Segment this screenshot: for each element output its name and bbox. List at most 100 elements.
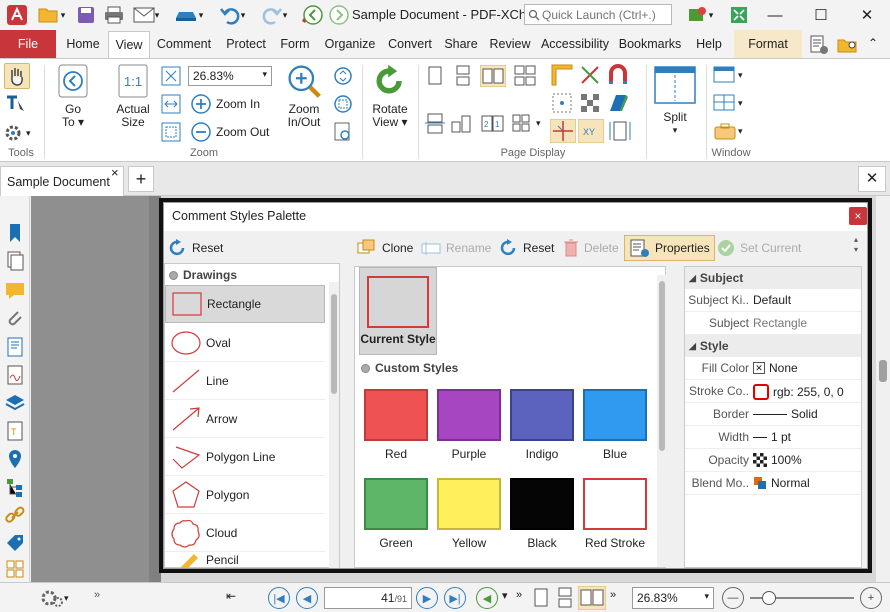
tags-icon[interactable]: T (4, 420, 26, 442)
fit-visible-icon[interactable] (160, 121, 184, 143)
transparency-grid-icon[interactable] (578, 91, 602, 115)
marquee-zoom-icon[interactable] (332, 121, 356, 143)
destinations-icon[interactable] (4, 448, 26, 470)
save-icon[interactable] (74, 3, 98, 27)
continuous-view-icon[interactable] (554, 587, 576, 609)
status-expand-icon-2[interactable]: » (516, 589, 522, 601)
status-options-button[interactable]: ▾ (40, 586, 86, 610)
workspace-button[interactable]: ▾ (712, 119, 756, 143)
left-reset-button[interactable]: Reset (168, 237, 223, 259)
tab-comment[interactable]: Comment (152, 30, 216, 58)
select-text-tool-button[interactable] (4, 93, 30, 117)
style-grid-scrollbar-thumb[interactable] (659, 281, 665, 451)
cover-page-icon[interactable] (450, 112, 476, 134)
clone-button[interactable]: Clone (356, 237, 413, 259)
signatures-icon[interactable] (4, 364, 26, 386)
rename-button[interactable]: Rename (420, 237, 491, 259)
fit-page-icon[interactable] (160, 65, 184, 87)
zoom-out-button[interactable]: Zoom Out (190, 121, 269, 143)
status-zoom-out-button[interactable]: — (722, 587, 744, 609)
facing-view-icon[interactable] (578, 586, 606, 610)
dialog-close-button[interactable]: × (849, 207, 867, 225)
shape-oval[interactable]: Oval (165, 324, 325, 362)
status-zoom-combo[interactable]: 26.83% ▾ (632, 587, 714, 609)
layers-icon[interactable] (4, 392, 26, 414)
label-tag-icon[interactable] (4, 532, 26, 554)
prop-fill-color[interactable]: Fill Color ✕ None (685, 357, 861, 380)
style-swatch-tile[interactable]: Yellow (434, 470, 504, 558)
first-page-button[interactable]: |◀ (268, 587, 290, 609)
page-boxes-icon[interactable] (608, 119, 632, 143)
previous-page-button[interactable]: ◀ (296, 587, 318, 609)
pan-zoom-icon[interactable] (332, 93, 356, 115)
split-button[interactable]: Split ▾ (650, 63, 700, 137)
grid-icon[interactable] (550, 91, 574, 115)
customize-toolbar-icon[interactable]: ▾ (680, 3, 720, 27)
prop-opacity[interactable]: Opacity 100% (685, 449, 861, 472)
tile-windows-button[interactable]: ▾ (712, 91, 756, 115)
view-history-dropdown[interactable]: ▾ (502, 589, 508, 602)
shape-line[interactable]: Line (165, 362, 325, 400)
last-page-button[interactable]: ▶| (444, 587, 466, 609)
shape-polygon-line[interactable]: Polygon Line (165, 438, 325, 476)
guides-icon[interactable] (550, 119, 576, 143)
content-icon[interactable] (4, 336, 26, 358)
print-icon[interactable] (102, 3, 126, 27)
status-zoom-in-button[interactable]: + (860, 587, 882, 609)
style-swatch-tile[interactable]: Blue (580, 381, 650, 469)
style-swatch-tile[interactable]: Green (361, 470, 431, 558)
loupe-icon[interactable] (332, 65, 356, 87)
style-swatch-tile[interactable]: Indigo (507, 381, 577, 469)
tab-review[interactable]: Review (486, 30, 534, 58)
prop-width[interactable]: Width 1 pt (685, 426, 861, 449)
set-current-button[interactable]: Set Current (716, 237, 801, 259)
coordinates-icon[interactable]: XY (578, 119, 604, 143)
split-pages-icon[interactable] (510, 112, 532, 134)
single-page-view-icon[interactable] (530, 587, 552, 609)
tab-organize[interactable]: Organize (320, 30, 380, 58)
undo-icon[interactable]: ▾ (212, 3, 252, 27)
style-swatch-tile[interactable]: Red Stroke (580, 470, 650, 558)
tab-file[interactable]: File (0, 30, 56, 58)
shape-rectangle[interactable]: Rectangle (165, 285, 325, 323)
tab-bookmarks[interactable]: Bookmarks (616, 30, 684, 58)
collapse-ribbon-icon[interactable]: ⌃ (868, 36, 884, 52)
close-all-tabs-button[interactable]: ✕ (858, 166, 886, 192)
tab-share[interactable]: Share (440, 30, 482, 58)
scan-icon[interactable]: ▾ (168, 3, 208, 27)
shape-pencil[interactable]: Pencil (165, 552, 325, 568)
prop-subject-kind[interactable]: Subject Ki.. Default (685, 289, 861, 312)
quick-launch-search[interactable] (524, 4, 672, 25)
attachments-icon[interactable] (4, 308, 26, 330)
page-number-field[interactable]: 41/91 (324, 587, 412, 609)
tab-help[interactable]: Help (688, 30, 730, 58)
tab-form[interactable]: Form (276, 30, 314, 58)
redo-icon[interactable]: ▾ (254, 3, 294, 27)
zoom-in-out-button[interactable]: Zoom In/Out (280, 63, 328, 129)
previous-view-button[interactable]: ◀ (476, 587, 498, 609)
tab-protect[interactable]: Protect (220, 30, 272, 58)
shape-polygon[interactable]: Polygon (165, 476, 325, 514)
go-to-button[interactable]: Go To ▾ (50, 63, 96, 129)
tab-format[interactable]: Format (734, 30, 802, 58)
style-section[interactable]: ◢ Style (685, 335, 861, 357)
page-spacing-icon[interactable] (424, 112, 446, 134)
quick-launch-input[interactable] (540, 7, 668, 22)
fit-width-icon[interactable] (160, 93, 184, 115)
single-continuous-icon[interactable] (452, 65, 474, 87)
tab-home[interactable]: Home (60, 30, 106, 58)
document-tab-close-icon[interactable]: × (111, 165, 119, 180)
zoom-slider-thumb[interactable] (762, 591, 776, 605)
new-window-button[interactable]: ▾ (712, 63, 756, 87)
minimize-button[interactable]: — (752, 0, 798, 30)
shape-cloud[interactable]: Cloud (165, 514, 325, 552)
toolbar-overflow-scroll[interactable]: ▴ ▾ (854, 235, 864, 261)
style-swatch-tile[interactable]: Red (361, 381, 431, 469)
pen-color-icon[interactable] (606, 91, 630, 115)
prop-blend-mode[interactable]: Blend Mo.. Normal (685, 472, 861, 495)
prop-subject[interactable]: Subject Rectangle (685, 312, 861, 335)
style-grid-scrollbar[interactable] (657, 275, 667, 567)
open-folder-icon[interactable]: ▾ (34, 3, 68, 27)
tab-convert[interactable]: Convert (384, 30, 436, 58)
zoom-in-button[interactable]: Zoom In (190, 93, 260, 115)
